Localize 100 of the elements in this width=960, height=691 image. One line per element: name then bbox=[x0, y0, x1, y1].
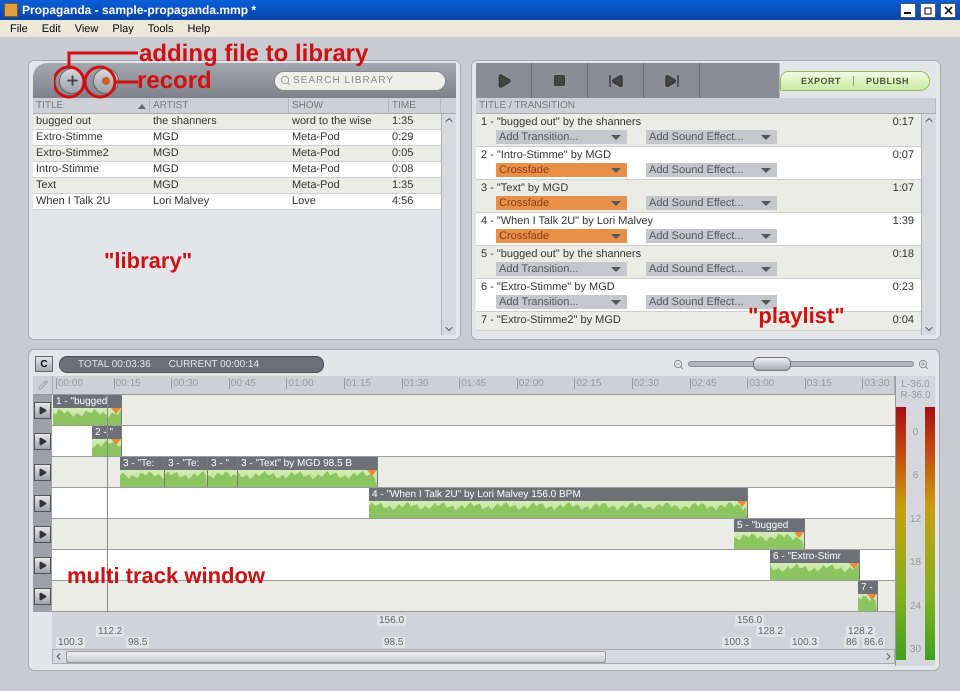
sound-effect-dropdown[interactable]: Add Sound Effect... bbox=[646, 262, 777, 276]
ruler-label: 03:15 bbox=[804, 378, 832, 389]
tempo-label: 100.3 bbox=[56, 637, 86, 648]
clip-label: 4 - "When I Talk 2U" by Lori Malvey 156.0 BPM bbox=[369, 488, 747, 501]
export-button[interactable]: EXPORT bbox=[788, 76, 853, 86]
track-title: 2 - "Intro-Stimme" by MGD bbox=[480, 148, 612, 162]
transition-dropdown[interactable]: Crossfade bbox=[496, 163, 627, 177]
fade-marker-icon[interactable] bbox=[794, 532, 804, 538]
window-title: Propaganda - sample-propaganda.mmp * bbox=[22, 3, 258, 17]
audio-clip[interactable]: 7 - bbox=[858, 581, 878, 611]
audio-clip[interactable]: 2 - " bbox=[92, 426, 122, 456]
meter-scale-label: 12 bbox=[910, 514, 922, 525]
tempo-label: 156.0 bbox=[735, 615, 764, 626]
menu-item[interactable]: File bbox=[10, 22, 28, 34]
transition-dropdown[interactable]: Add Transition... bbox=[496, 130, 627, 144]
ruler-label: 03:00 bbox=[747, 378, 774, 389]
column-header[interactable]: TITLE / TRANSITION bbox=[476, 98, 936, 113]
menu-item[interactable]: Edit bbox=[42, 22, 61, 34]
track-title: 1 - "bugged out" by the shanners bbox=[480, 115, 642, 129]
caret-icon bbox=[761, 200, 771, 206]
scrollbar[interactable] bbox=[441, 114, 456, 335]
horizontal-scrollbar[interactable] bbox=[52, 649, 895, 664]
clip-label: 3 - "Te: bbox=[120, 457, 164, 470]
audio-clip[interactable]: 6 - "Extro-Stimr bbox=[770, 550, 860, 580]
sound-effect-dropdown[interactable]: Add Sound Effect... bbox=[646, 229, 777, 243]
transition-dropdown[interactable]: Crossfade bbox=[496, 229, 627, 243]
menu-item[interactable]: View bbox=[74, 22, 98, 34]
audio-clip[interactable]: 3 - "Text" by MGD 98.5 B bbox=[238, 457, 378, 487]
track-play-button[interactable] bbox=[34, 464, 51, 481]
transition-dropdown[interactable]: Add Transition... bbox=[496, 262, 627, 276]
ruler-label: 00:15 bbox=[114, 378, 141, 389]
ruler-label: 02:00 bbox=[516, 378, 544, 389]
tempo-label: 98.5 bbox=[126, 637, 150, 648]
scrollbar[interactable] bbox=[921, 114, 936, 335]
caret-icon bbox=[611, 134, 621, 140]
track-play-button[interactable] bbox=[34, 402, 51, 419]
caret-icon bbox=[611, 200, 621, 206]
track-play-button[interactable] bbox=[34, 433, 51, 450]
track-play-button[interactable] bbox=[34, 526, 51, 543]
meter-scale-label: 6 bbox=[912, 470, 920, 482]
menu-item[interactable]: Tools bbox=[148, 22, 174, 34]
audio-clip[interactable]: 3 - " bbox=[208, 457, 238, 487]
track-title: 3 - "Text" by MGD bbox=[480, 181, 570, 195]
clear-button[interactable]: C bbox=[35, 356, 53, 372]
fade-marker-icon[interactable] bbox=[367, 470, 377, 476]
fade-marker-icon[interactable] bbox=[849, 563, 859, 569]
restore-icon[interactable] bbox=[920, 2, 936, 18]
table-cell-text: Meta-Pod bbox=[291, 178, 341, 193]
track-play-button[interactable] bbox=[34, 588, 51, 605]
meter-scale-label: 0 bbox=[912, 427, 920, 438]
tempo-label: 112.2 bbox=[96, 626, 124, 637]
skip-forward-icon bbox=[664, 72, 680, 88]
track-play-button[interactable] bbox=[34, 495, 51, 512]
zoom-in-icon[interactable] bbox=[918, 358, 929, 370]
table-cell-text: Meta-Pod bbox=[291, 146, 341, 161]
sound-effect-dropdown[interactable]: Add Sound Effect... bbox=[646, 196, 777, 210]
table-cell-text: Meta-Pod bbox=[291, 130, 341, 145]
slider-thumb[interactable] bbox=[752, 357, 791, 371]
sound-effect-dropdown[interactable]: Add Sound Effect... bbox=[646, 130, 777, 144]
audio-clip[interactable]: 3 - "Te: bbox=[120, 457, 165, 487]
audio-clip[interactable]: 3 - "Te: bbox=[165, 457, 208, 487]
zoom-out-icon[interactable] bbox=[673, 358, 684, 370]
minimize-icon[interactable] bbox=[900, 2, 916, 18]
table-cell-text: When I Talk 2U bbox=[35, 194, 112, 209]
play-icon bbox=[38, 592, 47, 601]
table-cell-text: 0:29 bbox=[391, 130, 414, 145]
sound-effect-dropdown[interactable]: Add Sound Effect... bbox=[646, 163, 777, 177]
clip-label: 5 - "bugged bbox=[734, 519, 804, 532]
column-header[interactable]: ARTIST bbox=[150, 98, 289, 113]
search-field[interactable]: SEARCH LIBRARY bbox=[274, 70, 446, 90]
transition-dropdown[interactable]: Crossfade bbox=[496, 196, 627, 210]
column-header[interactable]: TITLE bbox=[33, 98, 150, 113]
play-icon bbox=[38, 499, 47, 508]
annotation-text: adding file to library bbox=[139, 42, 368, 66]
tempo-label: 100.3 bbox=[790, 637, 820, 648]
skip-back-icon bbox=[608, 72, 624, 88]
fade-marker-icon[interactable] bbox=[737, 501, 747, 507]
caret-icon bbox=[761, 300, 771, 304]
caret-icon bbox=[611, 168, 621, 172]
ruler-label: 02:45 bbox=[690, 378, 717, 389]
tempo-label: 98.5 bbox=[382, 637, 406, 648]
play-icon bbox=[38, 561, 47, 570]
close-icon[interactable] bbox=[940, 2, 956, 18]
meter-scale-label: 30 bbox=[910, 644, 922, 655]
audio-clip[interactable]: 5 - "bugged bbox=[734, 519, 805, 549]
column-header[interactable]: TIME bbox=[389, 98, 441, 113]
tempo-label: 128.2 bbox=[846, 626, 876, 637]
meter-scale-label: 24 bbox=[910, 600, 922, 612]
track-play-button[interactable] bbox=[34, 557, 51, 574]
waveform-drawing bbox=[734, 532, 804, 549]
audio-clip[interactable]: 1 - "bugged bbox=[53, 395, 122, 425]
fade-marker-icon[interactable] bbox=[867, 594, 877, 600]
transition-dropdown[interactable]: Add Transition... bbox=[496, 295, 627, 309]
publish-button[interactable]: PUBLISH bbox=[852, 76, 921, 86]
scroll-thumb[interactable] bbox=[66, 650, 606, 662]
menu-item[interactable]: Play bbox=[112, 22, 134, 34]
menu-item[interactable]: Help bbox=[187, 22, 210, 34]
audio-clip[interactable]: 4 - "When I Talk 2U" by Lori Malvey 156.0 BPM bbox=[369, 488, 748, 518]
column-header[interactable]: SHOW bbox=[289, 98, 389, 113]
track-duration: 0:07 bbox=[892, 148, 915, 162]
